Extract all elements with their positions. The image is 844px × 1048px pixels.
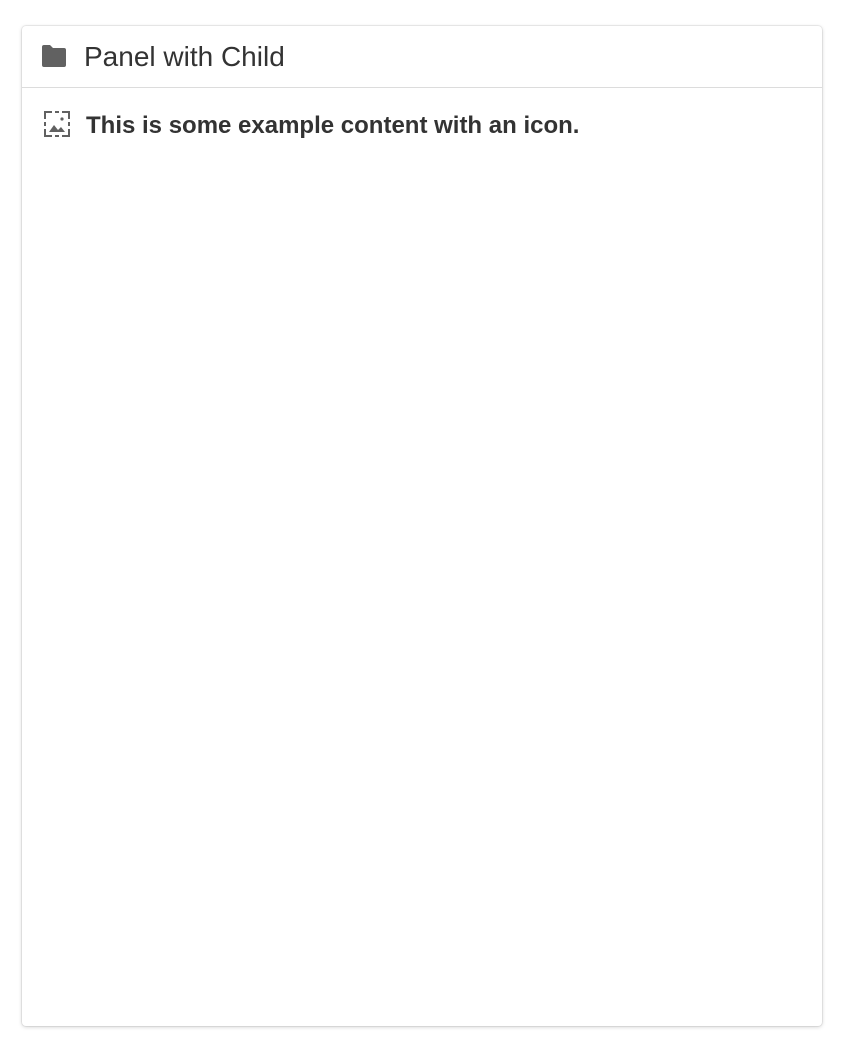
content-text: This is some example content with an ico…	[86, 112, 580, 139]
folder-icon	[40, 44, 68, 68]
panel-header: Panel with Child	[22, 26, 822, 88]
content-row: This is some example content with an ico…	[40, 109, 804, 141]
image-placeholder-icon	[42, 109, 72, 139]
panel: Panel with Child This is some example co…	[22, 26, 822, 1026]
panel-body: This is some example content with an ico…	[22, 88, 822, 165]
panel-title: Panel with Child	[84, 40, 285, 72]
